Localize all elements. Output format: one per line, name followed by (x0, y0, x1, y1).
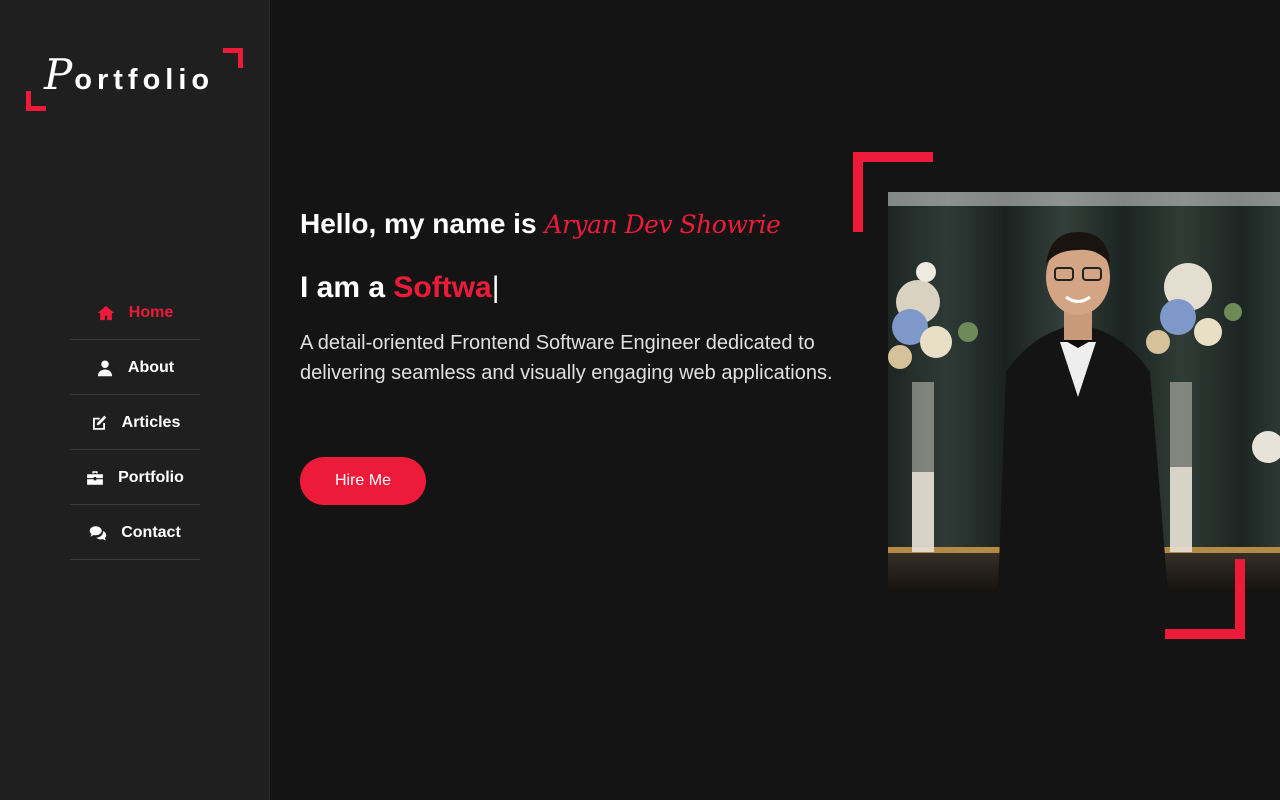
hero-description: A detail-oriented Frontend Software Engi… (300, 332, 833, 384)
user-icon (97, 360, 113, 377)
chat-icon (89, 526, 107, 541)
sidebar: P ortfolio Home About Articles Portfolio… (0, 0, 270, 800)
greeting-heading: Hello, my name is Aryan Dev Showrie (300, 208, 781, 240)
hire-me-button[interactable]: Hire Me (300, 457, 426, 505)
logo-rest: ortfolio (74, 64, 215, 96)
nav-item-label: Contact (121, 524, 181, 541)
main-nav: Home About Articles Portfolio Contact (70, 285, 200, 560)
nav-item-label: Home (128, 304, 174, 321)
logo-corner-top-right (223, 48, 243, 68)
logo-corner-bottom-left (26, 91, 46, 111)
home-icon (97, 305, 115, 321)
role-heading: I am a Softwa| (300, 271, 500, 305)
role-typed-text: Softwa (393, 271, 492, 304)
nav-item-contact[interactable]: Contact (70, 505, 200, 560)
nav-item-articles[interactable]: Articles (70, 395, 200, 450)
greeting-prefix: Hello, my name is (300, 208, 537, 239)
hero-section: Hello, my name is Aryan Dev Showrie I am… (300, 0, 860, 800)
nav-item-label: Portfolio (118, 469, 184, 486)
photo-frame-bottom-right (1165, 559, 1245, 639)
nav-item-about[interactable]: About (70, 340, 200, 395)
profile-photo (888, 192, 1280, 592)
briefcase-icon (87, 471, 103, 485)
logo[interactable]: P ortfolio (26, 48, 244, 112)
owner-name: Aryan Dev Showrie (544, 210, 781, 239)
logo-initial: P (44, 50, 73, 99)
nav-item-label: Articles (121, 414, 181, 431)
nav-item-home[interactable]: Home (70, 285, 200, 340)
profile-photo-illustration (888, 192, 1280, 592)
nav-item-portfolio[interactable]: Portfolio (70, 450, 200, 505)
nav-item-label: About (127, 359, 175, 376)
role-prefix: I am a (300, 271, 386, 304)
typing-cursor: | (491, 271, 500, 304)
edit-icon (92, 415, 106, 430)
logo-text: P ortfolio (44, 54, 214, 97)
